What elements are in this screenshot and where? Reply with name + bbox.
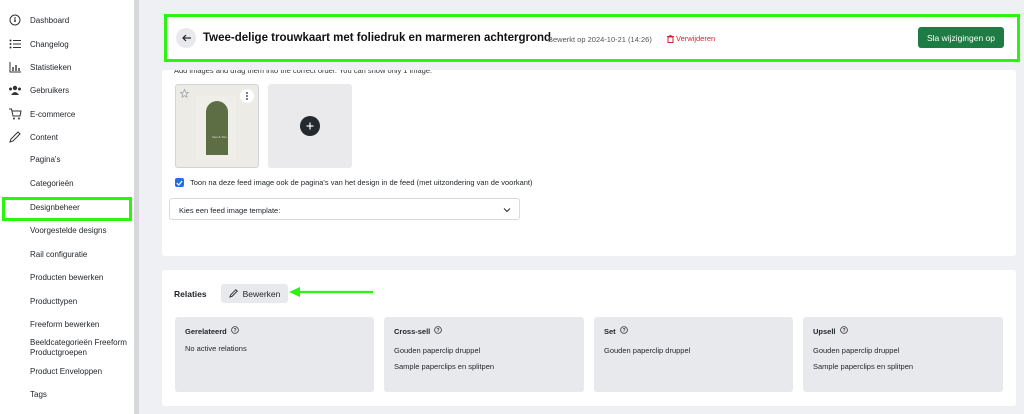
relation-card-title: Set ? [604, 326, 628, 336]
sidebar-item-dashboard[interactable]: Dashboard [8, 11, 69, 29]
cart-icon [8, 107, 22, 121]
trash-icon [667, 34, 674, 43]
sidebar-subitem-paginas[interactable]: Pagina's [30, 155, 60, 165]
relation-item: Gouden paperclip druppel [394, 346, 481, 355]
relation-card-title-text: Cross-sell [394, 326, 431, 336]
edited-timestamp: Bewerkt op 2024-10-21 (14:26) [548, 35, 652, 44]
relation-item: Sample paperclips en splitpen [813, 362, 914, 371]
relation-item: Gouden paperclip druppel [813, 346, 900, 355]
relation-card-title: Upsell ? [813, 326, 848, 336]
delete-label: Verwijderen [676, 34, 716, 43]
arrow-left-icon [181, 34, 191, 42]
feed-template-label: Kies een feed image template: [179, 206, 281, 215]
sidebar-item-label: Dashboard [30, 15, 70, 25]
users-icon [8, 83, 22, 97]
sidebar-item-label: Statistieken [30, 62, 72, 72]
svg-text:?: ? [233, 328, 236, 334]
sidebar-item-statistieken[interactable]: Statistieken [8, 58, 71, 76]
svg-text:?: ? [622, 328, 625, 334]
sidebar-item-content[interactable]: Content [8, 128, 58, 146]
pencil-icon [8, 130, 22, 144]
sidebar: Dashboard Changelog Statistieken Gebruik… [0, 0, 134, 414]
relation-item: No active relations [185, 344, 247, 353]
sidebar-item-changelog[interactable]: Changelog [8, 35, 69, 53]
sidebar-subitem-producten-bewerken[interactable]: Producten bewerken [30, 273, 103, 283]
help-icon[interactable]: ? [619, 326, 628, 336]
relation-card-title-text: Set [604, 326, 616, 336]
feed-pages-label: Toon na deze feed image ook de pagina's … [190, 178, 533, 187]
relation-item: Sample paperclips en splitpen [394, 362, 495, 371]
sidebar-subitem-rail-configuratie[interactable]: Rail configuratie [30, 250, 87, 260]
sidebar-item-label: Content [30, 132, 59, 142]
bar-chart-icon [8, 60, 22, 74]
feed-pages-option: Toon na deze feed image ook de pagina's … [175, 178, 533, 187]
add-image-button[interactable] [268, 84, 352, 168]
plus-icon [300, 116, 320, 136]
designbeheer-highlight [2, 197, 132, 221]
edit-relations-button[interactable]: Bewerken [221, 284, 288, 303]
help-icon[interactable]: ? [839, 326, 848, 336]
page-header: Twee-delige trouwkaart met foliedruk en … [164, 14, 1020, 62]
images-panel: Add images and drag them into the correc… [162, 70, 1016, 256]
relation-card-gerelateerd: Gerelateerd ? No active relations [175, 317, 374, 392]
edit-relations-label: Bewerken [242, 288, 281, 299]
star-icon[interactable] [179, 88, 190, 100]
sidebar-item-e-commerce[interactable]: E-commerce [8, 105, 75, 123]
relation-card-title-text: Upsell [813, 326, 836, 336]
sidebar-item-label: E-commerce [30, 109, 76, 119]
delete-button[interactable]: Verwijderen [667, 34, 715, 43]
svg-text:?: ? [437, 328, 440, 334]
sidebar-subitem-categorieen[interactable]: Categorieën [30, 179, 74, 189]
relations-panel: Relaties Bewerken Gerelateerd ? No activ… [162, 270, 1016, 406]
relation-item: Gouden paperclip druppel [604, 346, 691, 355]
sidebar-subitem-product-enveloppen[interactable]: Product Enveloppen [30, 367, 102, 377]
pencil-icon [228, 289, 238, 298]
sidebar-scrollbar[interactable] [134, 0, 139, 414]
relations-title: Relaties [174, 289, 207, 299]
sidebar-subitem-voorgestelde-designs[interactable]: Voorgestelde designs [30, 226, 107, 236]
feed-image-thumbnail[interactable]: Ines & Tom [175, 84, 259, 168]
images-instructions: Add images and drag them into the correc… [174, 66, 433, 75]
sidebar-item-gebruikers[interactable]: Gebruikers [8, 81, 69, 99]
annotation-arrow-icon [289, 287, 373, 297]
relation-card-set: Set ? Gouden paperclip druppel [594, 317, 793, 392]
more-options-icon[interactable] [240, 89, 254, 103]
svg-text:?: ? [842, 328, 845, 334]
relation-card-title: Gerelateerd ? [185, 326, 239, 336]
sidebar-item-label: Changelog [30, 39, 69, 49]
back-button[interactable] [176, 28, 196, 48]
page-title: Twee-delige trouwkaart met foliedruk en … [203, 32, 552, 44]
help-icon[interactable]: ? [230, 326, 239, 336]
sidebar-subitem-beeldcategorieen[interactable]: Beeldcategorieën Freeform Productgroepen [30, 338, 134, 358]
relation-card-title: Cross-sell ? [394, 326, 443, 336]
card-preview-arch [206, 101, 228, 155]
help-icon[interactable]: ? [434, 326, 443, 336]
sidebar-subitem-freeform-bewerken[interactable]: Freeform bewerken [30, 320, 99, 330]
chevron-down-icon [503, 206, 511, 215]
save-button[interactable]: Sla wijzigingen op [918, 27, 1004, 48]
relation-card-upsell: Upsell ? Gouden paperclip druppel Sample… [803, 317, 1003, 392]
relation-card-title-text: Gerelateerd [185, 326, 227, 336]
sidebar-subitem-producttypen[interactable]: Producttypen [30, 297, 77, 307]
feed-template-select[interactable]: Kies een feed image template: [169, 198, 520, 220]
dashboard-icon [8, 13, 22, 27]
checkmark-icon [176, 180, 183, 186]
sidebar-item-label: Gebruikers [30, 85, 70, 95]
sidebar-subitem-tags[interactable]: Tags [30, 390, 47, 400]
list-icon [8, 37, 22, 51]
relation-card-cross-sell: Cross-sell ? Gouden paperclip druppel Sa… [384, 317, 584, 392]
feed-pages-checkbox[interactable] [175, 178, 184, 187]
card-preview-text: Ines & Tom [212, 135, 227, 139]
